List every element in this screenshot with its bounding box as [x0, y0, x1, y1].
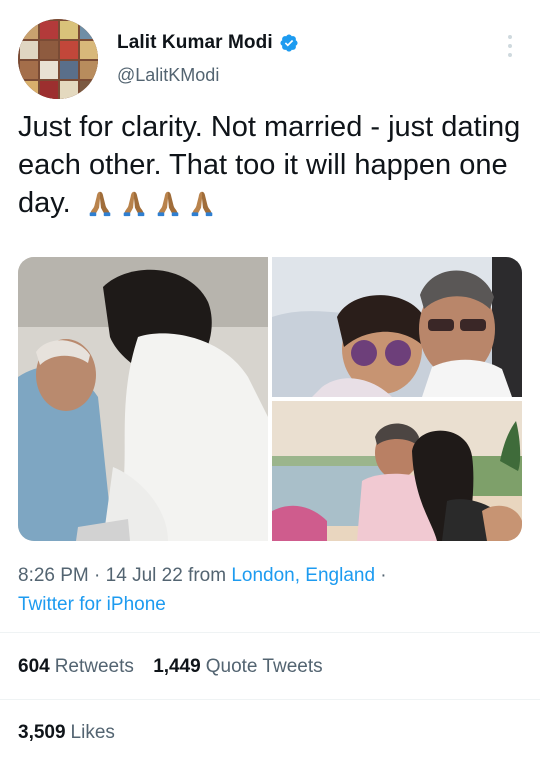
engagement-row: 604 Retweets 1,449 Quote Tweets — [18, 656, 337, 678]
photo-couple-embrace[interactable] — [18, 257, 268, 541]
author-avatar[interactable] — [18, 19, 98, 99]
tweet-time[interactable]: 8:26 PM — [18, 565, 89, 586]
more-dot — [508, 35, 512, 39]
tweet-date[interactable]: 14 Jul 22 — [106, 565, 183, 586]
quote-tweets-label: Quote Tweets — [205, 656, 323, 677]
photo-selfie-sunglasses[interactable] — [272, 257, 522, 397]
folded-hands-icon — [89, 191, 111, 217]
photo-couple-embrace-image — [18, 257, 268, 541]
tweet-client-link[interactable]: Twitter for iPhone — [18, 594, 166, 615]
meta-separator: · — [375, 565, 387, 586]
avatar-image — [18, 19, 98, 99]
retweets-label: Retweets — [54, 656, 134, 677]
likes-label: Likes — [70, 722, 115, 743]
tweet-meta: 8:26 PM · 14 Jul 22 from London, England… — [18, 561, 523, 619]
tweet-card: Lalit Kumar Modi @LalitKModi Just for cl… — [0, 0, 540, 762]
folded-hands-icon — [191, 191, 213, 217]
divider — [0, 699, 540, 700]
divider — [0, 632, 540, 633]
folded-hands-icon — [123, 191, 145, 217]
meta-from: from — [182, 565, 232, 586]
likes-row: 3,509 Likes — [18, 722, 129, 744]
photo-selfie-sunglasses-image — [272, 257, 522, 397]
likes-count: 3,509 — [18, 722, 66, 743]
emoji-row — [85, 188, 217, 218]
verified-badge-icon — [280, 34, 298, 52]
tweet-location-link[interactable]: London, England — [231, 565, 375, 586]
photo-couple-lakeside[interactable] — [272, 401, 522, 541]
more-dot — [508, 44, 512, 48]
author-handle[interactable]: @LalitKModi — [117, 65, 219, 86]
tweet-media-grid — [18, 257, 522, 541]
author-name[interactable]: Lalit Kumar Modi — [117, 32, 273, 54]
retweets-stat[interactable]: 604 Retweets — [18, 656, 134, 678]
quote-tweets-count: 1,449 — [153, 656, 201, 677]
retweets-count: 604 — [18, 656, 50, 677]
folded-hands-icon — [157, 191, 179, 217]
photo-couple-lakeside-image — [272, 401, 522, 541]
quote-tweets-stat[interactable]: 1,449 Quote Tweets — [153, 656, 322, 678]
author-name-row[interactable]: Lalit Kumar Modi — [117, 32, 299, 54]
more-options-icon[interactable] — [503, 35, 517, 57]
likes-stat[interactable]: 3,509 Likes — [18, 722, 115, 744]
meta-separator: · — [88, 565, 106, 586]
tweet-text: Just for clarity. Not married - just dat… — [18, 108, 523, 222]
more-dot — [508, 53, 512, 57]
